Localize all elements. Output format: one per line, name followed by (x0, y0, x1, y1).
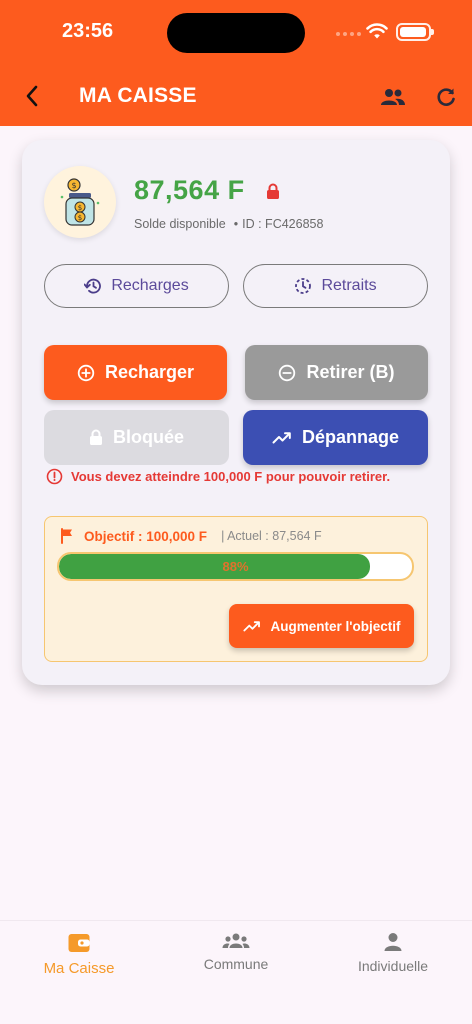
warning-text: Vous devez atteindre 100,000 F pour pouv… (71, 469, 391, 484)
goal-label: Objectif : 100,000 F (84, 528, 208, 544)
savings-jar-icon: $ $ $ (44, 166, 116, 238)
members-button[interactable] (378, 83, 408, 111)
app-header: 23:56 MA CAISSE (0, 0, 472, 126)
withdraw-warning: Vous devez atteindre 100,000 F pour pouv… (46, 468, 390, 485)
group-icon (381, 89, 405, 105)
recharges-label: Recharges (111, 277, 189, 294)
pending-clock-icon (295, 278, 312, 294)
status-time: 23:56 (62, 20, 114, 42)
depannage-label: Dépannage (301, 427, 400, 447)
nav-item-ma-caisse[interactable]: Ma Caisse (19, 932, 139, 982)
balance-label: Solde disponible (134, 217, 226, 231)
svg-text:$: $ (71, 181, 76, 190)
goal-progress-bar: 88% (57, 552, 414, 581)
history-icon (84, 278, 102, 294)
svg-text:$: $ (78, 214, 82, 222)
plus-circle-icon (77, 364, 95, 381)
bloquee-button[interactable]: Bloquée (44, 410, 229, 465)
refresh-icon (437, 88, 455, 106)
signal-icon (336, 32, 361, 36)
bloquee-label: Bloquée (112, 427, 184, 447)
refresh-button[interactable] (432, 83, 460, 111)
balance-subtitle: Solde disponible • ID : FC426858 (134, 217, 324, 231)
trending-up-icon (272, 431, 291, 443)
nav-item-commune[interactable]: Commune (176, 932, 296, 982)
wallet-icon (68, 934, 90, 952)
dynamic-island (167, 13, 305, 53)
retraits-history-button[interactable]: Retraits (243, 264, 428, 308)
goal-progress-text: 88% (222, 559, 249, 574)
lock-icon (89, 429, 102, 445)
page-title: MA CAISSE (79, 84, 197, 107)
chevron-left-icon (26, 85, 38, 107)
wallet-id: ID : FC426858 (242, 217, 324, 231)
nav-label-individuelle: Individuelle (357, 958, 429, 974)
goal-actual: | Actuel : 87,564 F (221, 529, 322, 543)
minus-circle-icon (279, 364, 296, 381)
retirer-button[interactable]: Retirer (B) (245, 345, 428, 400)
wifi-icon (366, 23, 388, 39)
depannage-button[interactable]: Dépannage (243, 410, 428, 465)
nav-label-ma-caisse: Ma Caisse (43, 960, 115, 977)
retraits-label: Retraits (321, 277, 377, 294)
battery-icon (396, 23, 434, 41)
back-button[interactable] (18, 80, 46, 112)
balance-amount: 87,564 F (134, 175, 245, 205)
augmenter-objectif-button[interactable]: Augmenter l'objectif (229, 604, 414, 648)
recharges-history-button[interactable]: Recharges (44, 264, 229, 308)
trending-up-icon (242, 620, 260, 631)
svg-text:$: $ (78, 204, 82, 212)
goal-header: Objectif : 100,000 F | Actuel : 87,564 F (60, 528, 322, 544)
group-icon (222, 933, 250, 948)
nav-label-commune: Commune (203, 956, 269, 972)
person-icon (384, 933, 402, 951)
recharger-button[interactable]: Recharger (44, 345, 227, 400)
lock-icon (267, 183, 279, 199)
augmenter-label: Augmenter l'objectif (270, 618, 401, 634)
info-icon (46, 468, 63, 485)
retirer-label: Retirer (B) (306, 362, 395, 382)
recharger-label: Recharger (104, 362, 195, 382)
flag-icon (61, 528, 72, 544)
nav-item-individuelle[interactable]: Individuelle (333, 932, 453, 982)
